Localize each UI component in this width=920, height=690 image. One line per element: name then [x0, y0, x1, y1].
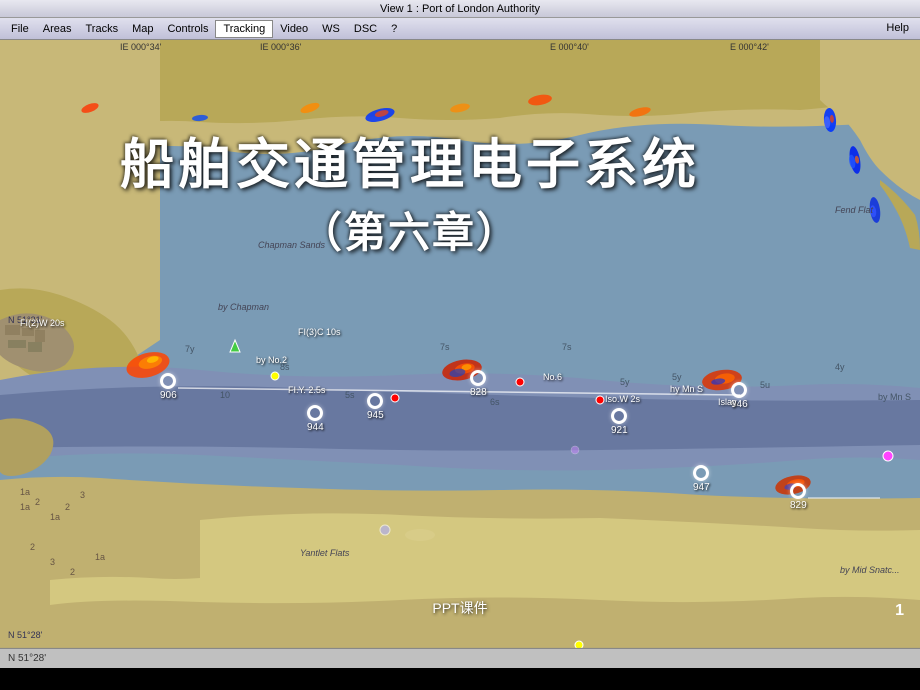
- menu-bar: File Areas Tracks Map Controls Tracking …: [0, 18, 920, 40]
- menu-tracks[interactable]: Tracks: [78, 21, 125, 37]
- coord-top-center-right: E 000°40': [550, 42, 589, 52]
- vessel-label-828: 828: [470, 387, 487, 398]
- label-by-chapman: by Chapman: [218, 302, 269, 312]
- coord-top-center-left: IE 000°36': [260, 42, 301, 52]
- menu-help[interactable]: Help: [879, 20, 916, 36]
- label-yantlet-flats: Yantlet Flats: [300, 548, 349, 558]
- svg-text:by Mn S: by Mn S: [878, 392, 911, 402]
- vessel-circle-945: [367, 393, 383, 409]
- svg-text:5u: 5u: [760, 380, 770, 390]
- vessel-circle-829: [790, 483, 806, 499]
- window-title: View 1 : Port of London Authority: [380, 3, 540, 15]
- svg-text:3: 3: [80, 490, 85, 500]
- nav-fl2w20s: FI(2)W 20s: [20, 318, 65, 328]
- ppt-label: PPT课件: [432, 598, 487, 618]
- svg-text:1a: 1a: [20, 502, 30, 512]
- svg-text:5s: 5s: [345, 390, 355, 400]
- vessel-906[interactable]: 906: [160, 373, 177, 401]
- page-number: 1: [895, 602, 904, 620]
- menu-controls[interactable]: Controls: [160, 21, 215, 37]
- svg-text:2: 2: [65, 502, 70, 512]
- vessel-circle-906: [160, 373, 176, 389]
- svg-text:3: 3: [50, 557, 55, 567]
- svg-text:2: 2: [30, 542, 35, 552]
- nav-no2: by No.2: [256, 355, 287, 365]
- vessel-circle-947: [693, 465, 709, 481]
- svg-text:4y: 4y: [835, 362, 845, 372]
- svg-text:5y: 5y: [620, 377, 630, 387]
- vessel-label-921: 921: [611, 425, 628, 436]
- vessel-label-944: 944: [307, 422, 324, 433]
- nav-hywns: hy Mn S: [670, 384, 703, 394]
- svg-text:7y: 7y: [185, 344, 195, 354]
- vessel-circle-946: [731, 382, 747, 398]
- vessel-circle-921: [611, 408, 627, 424]
- map-svg: 1a 1a 2 1a 2 3 2 3 2 1a 7y 10 8s 5s 7s 6…: [0, 40, 920, 648]
- coord-top-left: IE 000°34': [120, 42, 161, 52]
- nav-fl3c10s: FI(3)C 10s: [298, 327, 341, 337]
- menu-file[interactable]: File: [4, 21, 36, 37]
- svg-text:7s: 7s: [440, 342, 450, 352]
- label-mid-snatch: by Mid Snatc...: [840, 565, 900, 575]
- status-bar: N 51°28': [0, 648, 920, 668]
- svg-text:10: 10: [220, 390, 230, 400]
- menu-dsc[interactable]: DSC: [347, 21, 384, 37]
- svg-text:N 51°28': N 51°28': [8, 630, 43, 640]
- vessel-945[interactable]: 945: [367, 393, 384, 421]
- vessel-label-829: 829: [790, 500, 807, 511]
- svg-text:6s: 6s: [490, 397, 500, 407]
- label-chapman-sands: Chapman Sands: [258, 240, 325, 250]
- menu-map[interactable]: Map: [125, 21, 160, 37]
- status-coords: N 51°28': [8, 653, 46, 664]
- vessel-label-947: 947: [693, 482, 710, 493]
- label-fend-flat: Fend Flat: [835, 205, 873, 215]
- menu-tracking[interactable]: Tracking: [215, 20, 273, 38]
- vessel-label-906: 906: [160, 390, 177, 401]
- svg-text:2: 2: [35, 497, 40, 507]
- title-bar: View 1 : Port of London Authority: [0, 0, 920, 18]
- svg-text:5y: 5y: [672, 372, 682, 382]
- vessel-947[interactable]: 947: [693, 465, 710, 493]
- vessel-829[interactable]: 829: [790, 483, 807, 511]
- menu-areas[interactable]: Areas: [36, 21, 79, 37]
- svg-text:1a: 1a: [95, 552, 105, 562]
- map-area[interactable]: 1a 1a 2 1a 2 3 2 3 2 1a 7y 10 8s 5s 7s 6…: [0, 40, 920, 648]
- vessel-circle-944: [307, 405, 323, 421]
- menu-ws[interactable]: WS: [315, 21, 347, 37]
- vessel-944[interactable]: 944: [307, 405, 324, 433]
- svg-text:2: 2: [70, 567, 75, 577]
- nav-isow2s: Iso.W 2s: [605, 394, 640, 404]
- nav-islay: Islay: [718, 397, 737, 407]
- menu-question[interactable]: ?: [384, 21, 404, 37]
- vessel-label-945: 945: [367, 410, 384, 421]
- vessel-circle-828: [470, 370, 486, 386]
- coord-top-right: E 000°42': [730, 42, 769, 52]
- svg-text:7s: 7s: [562, 342, 572, 352]
- menu-video[interactable]: Video: [273, 21, 315, 37]
- svg-text:1a: 1a: [50, 512, 60, 522]
- svg-text:1a: 1a: [20, 487, 30, 497]
- vessel-921[interactable]: 921: [611, 408, 628, 436]
- vessel-828[interactable]: 828: [470, 370, 487, 398]
- nav-no6: No.6: [543, 372, 562, 382]
- nav-fly25s: FI.Y. 2.5s: [288, 385, 325, 395]
